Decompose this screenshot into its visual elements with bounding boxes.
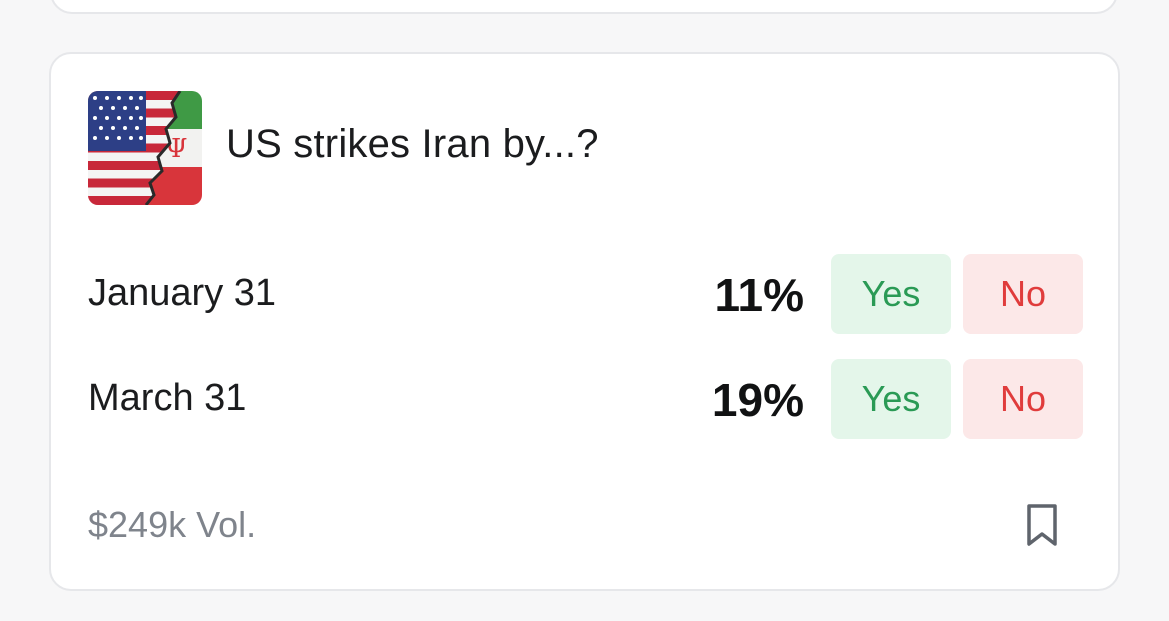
bookmark-icon[interactable] [1023, 502, 1061, 548]
outcome-label: January 31 [88, 272, 277, 314]
outcome-label: March 31 [88, 377, 247, 419]
yes-button[interactable]: Yes [831, 359, 951, 439]
volume-label: $249k Vol. [88, 504, 257, 545]
outcome-percent: 19% [711, 374, 804, 426]
no-button[interactable]: No [963, 254, 1083, 334]
outcome-row-january: January 31 11% Yes No [51, 254, 1118, 336]
previous-market-card[interactable] [50, 0, 1118, 14]
market-title[interactable]: US strikes Iran by...? [226, 122, 599, 167]
market-thumbnail: Ψ [88, 91, 202, 205]
us-iran-flags-image: Ψ [88, 91, 202, 205]
yes-button[interactable]: Yes [831, 254, 951, 334]
outcome-row-march: March 31 19% Yes No [51, 359, 1118, 441]
no-button[interactable]: No [963, 359, 1083, 439]
outcome-percent: 11% [714, 269, 804, 321]
market-card[interactable]: Ψ US strikes Iran by...? January 31 11% … [49, 52, 1120, 591]
